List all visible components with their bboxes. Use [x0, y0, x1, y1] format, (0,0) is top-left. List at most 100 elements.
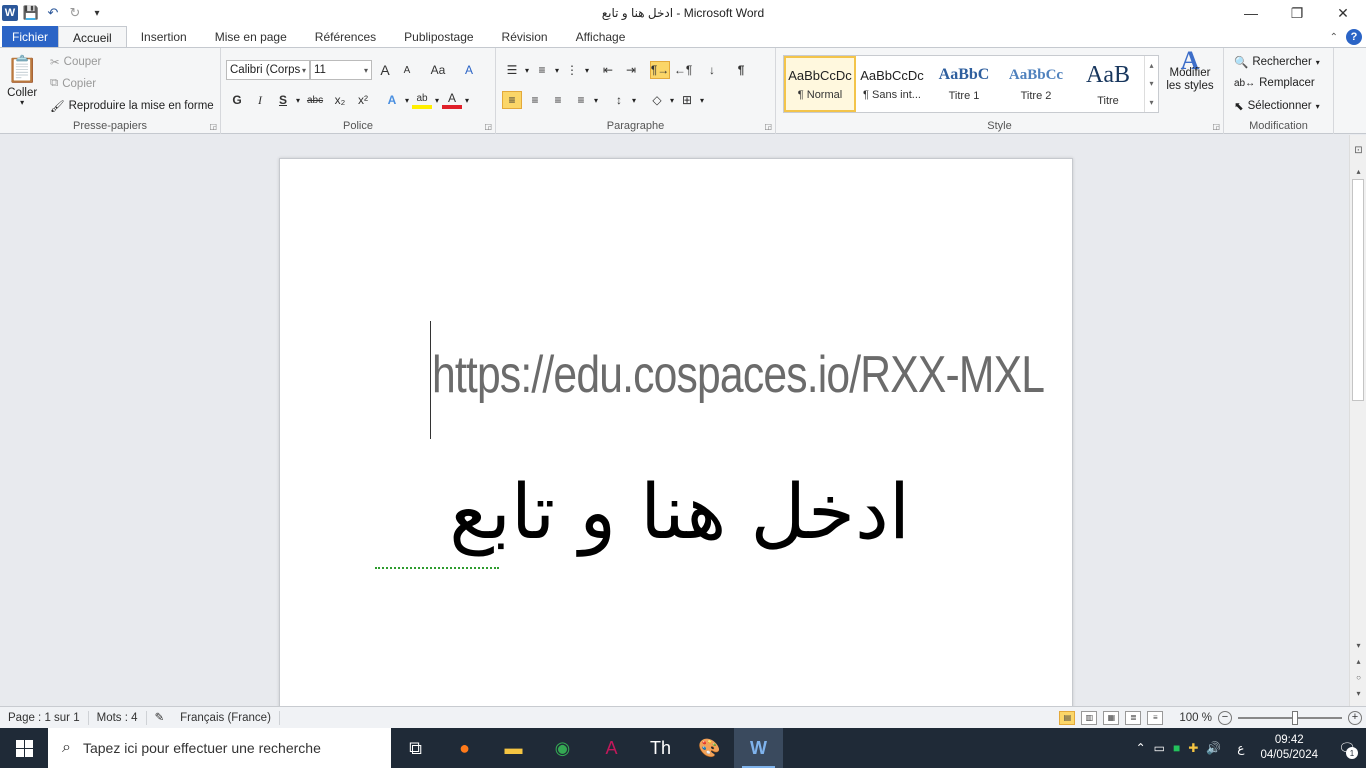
help-icon[interactable]: ? [1346, 29, 1362, 45]
underline-button[interactable]: S [273, 91, 293, 109]
zoom-slider[interactable] [1238, 710, 1342, 725]
change-case-icon[interactable]: Aa [425, 61, 451, 79]
bullets-icon[interactable]: ☰ [502, 61, 522, 79]
dialog-launcher-icon[interactable]: ◲ [764, 122, 772, 131]
word-logo-icon[interactable]: W [2, 5, 18, 21]
document-area[interactable]: https://edu.cospaces.io/RXX-MXL ادخل هنا… [0, 135, 1349, 706]
tab-references[interactable]: Références [301, 26, 390, 48]
numbering-icon[interactable]: ≡ [532, 61, 552, 79]
web-layout-icon[interactable]: ▦ [1103, 710, 1120, 725]
plus-tray-icon[interactable]: ✚ [1188, 741, 1198, 755]
volume-icon[interactable]: 🔊 [1206, 741, 1221, 755]
full-screen-reading-icon[interactable]: ▥ [1081, 710, 1098, 725]
restore-button[interactable]: ❐ [1274, 0, 1320, 26]
chevron-down-icon[interactable]: ▾ [1149, 79, 1153, 88]
tab-accueil[interactable]: Accueil [58, 26, 127, 48]
style-titre-1[interactable]: AaBbC Titre 1 [928, 56, 1000, 112]
cut-button[interactable]: ✂ Couper [50, 55, 101, 69]
format-painter-button[interactable]: 🖌 Reproduire la mise en forme [50, 99, 214, 113]
multilevel-list-icon[interactable]: ⋮ [562, 61, 582, 79]
increase-indent-icon[interactable]: ⇥ [621, 61, 641, 79]
superscript-button[interactable]: x² [353, 91, 373, 109]
clear-formatting-icon[interactable]: A [459, 61, 479, 79]
style-normal[interactable]: AaBbCcDc ¶ Normal [784, 56, 856, 112]
style-titre-2[interactable]: AaBbCc Titre 2 [1000, 56, 1072, 112]
chevron-down-icon[interactable]: ▾ [525, 66, 529, 75]
ltr-direction-icon[interactable]: ¶→ [650, 61, 671, 79]
task-view-icon[interactable]: ⧉ [391, 728, 440, 768]
align-left-icon[interactable]: ≡ [502, 91, 522, 109]
show-marks-button[interactable]: ¶ [731, 61, 751, 79]
ruler-toggle-icon[interactable]: ⊡ [1350, 145, 1366, 156]
word-count[interactable]: Mots : 4 [89, 710, 147, 725]
vertical-scrollbar[interactable]: ⊡ ▴ ▾ ▴ ○ ▾ [1349, 135, 1366, 706]
line-spacing-icon[interactable]: ↕ [609, 91, 629, 109]
scroll-up-icon[interactable]: ▴ [1350, 167, 1366, 176]
rtl-direction-icon[interactable]: ←¶ [673, 61, 693, 79]
clock[interactable]: 09:42 04/05/2024 [1252, 733, 1326, 763]
font-size-combo[interactable]: 11 ▾ [310, 60, 372, 80]
language-indicator[interactable]: Français (France) [172, 710, 280, 725]
chevron-down-icon[interactable]: ▾ [405, 96, 409, 105]
tab-fichier[interactable]: Fichier [2, 26, 59, 48]
redo-icon[interactable]: ↻ [66, 4, 84, 22]
chevron-down-icon[interactable]: ▾ [700, 96, 704, 105]
font-color-icon[interactable]: A [442, 91, 463, 109]
borders-icon[interactable]: ⊞ [677, 91, 697, 109]
zoom-slider-knob[interactable] [1292, 710, 1298, 725]
browse-object-icon[interactable]: ○ [1350, 673, 1366, 682]
style-titre[interactable]: AaB Titre [1072, 56, 1144, 112]
strikethrough-button[interactable]: abc [303, 91, 327, 109]
text-effects-icon[interactable]: A [382, 91, 402, 109]
zoom-in-button[interactable]: + [1348, 710, 1362, 725]
document-page[interactable]: https://edu.cospaces.io/RXX-MXL ادخل هنا… [279, 158, 1073, 706]
copy-button[interactable]: ⧉ Copier [50, 77, 96, 90]
chevron-down-icon[interactable]: ▾ [594, 96, 598, 105]
undo-icon[interactable]: ↶ [44, 4, 62, 22]
chevron-down-icon[interactable]: ▾ [632, 96, 636, 105]
proofing-icon[interactable]: ✎ [147, 711, 173, 725]
highlight-icon[interactable]: ab [412, 91, 433, 109]
chevron-down-icon[interactable]: ▾ [435, 96, 439, 105]
chevron-up-icon[interactable]: ⌃ [1136, 741, 1146, 755]
outline-icon[interactable]: ≣ [1125, 710, 1142, 725]
tab-mise-en-page[interactable]: Mise en page [201, 26, 301, 48]
next-page-icon[interactable]: ▾ [1350, 689, 1366, 698]
network-icon[interactable]: ▭ [1154, 741, 1165, 755]
decrease-indent-icon[interactable]: ⇤ [598, 61, 618, 79]
word-taskbar-icon[interactable]: W [734, 728, 783, 768]
bold-button[interactable]: G [227, 91, 247, 109]
tab-affichage[interactable]: Affichage [562, 26, 640, 48]
tab-revision[interactable]: Révision [488, 26, 562, 48]
italic-button[interactable]: I [250, 91, 270, 109]
collapse-ribbon-icon[interactable]: ⌃ [1330, 32, 1338, 43]
subscript-button[interactable]: x₂ [330, 91, 350, 109]
paste-button[interactable]: 📋 Coller ▾ [6, 54, 38, 107]
style-sans-interligne[interactable]: AaBbCcDc ¶ Sans int... [856, 56, 928, 112]
scroll-down-icon[interactable]: ▾ [1350, 641, 1366, 650]
tab-publipostage[interactable]: Publipostage [390, 26, 487, 48]
close-button[interactable]: ✕ [1320, 0, 1366, 26]
align-right-icon[interactable]: ≡ [548, 91, 568, 109]
dialog-launcher-icon[interactable]: ◲ [1212, 122, 1220, 131]
document-arabic-line[interactable]: ادخل هنا و تابع [370, 467, 910, 556]
print-layout-icon[interactable]: ▤ [1059, 710, 1076, 725]
chevron-down-icon[interactable]: ▾ [465, 96, 469, 105]
font-name-combo[interactable]: Calibri (Corps ▾ [226, 60, 310, 80]
sort-icon[interactable]: ↓ [702, 61, 722, 79]
zoom-level[interactable]: 100 % [1179, 712, 1212, 724]
customize-qat-icon[interactable]: ▾ [88, 4, 106, 22]
page-indicator[interactable]: Page : 1 sur 1 [0, 710, 89, 725]
chevron-up-icon[interactable]: ▴ [1149, 61, 1153, 70]
justify-icon[interactable]: ≡ [571, 91, 591, 109]
shrink-font-icon[interactable]: A [397, 61, 417, 79]
chrome-icon[interactable]: ◉ [538, 728, 587, 768]
tab-insertion[interactable]: Insertion [127, 26, 201, 48]
start-button[interactable] [0, 728, 48, 768]
modify-styles-button[interactable]: A Modifier les styles [1164, 48, 1216, 93]
chevron-down-icon[interactable]: ▾ [670, 96, 674, 105]
shading-icon[interactable]: ◇ [647, 91, 667, 109]
replace-button[interactable]: ab↔ Remplacer [1234, 77, 1315, 89]
paint-icon[interactable]: 🎨 [685, 728, 734, 768]
dialog-launcher-icon[interactable]: ◲ [484, 122, 492, 131]
